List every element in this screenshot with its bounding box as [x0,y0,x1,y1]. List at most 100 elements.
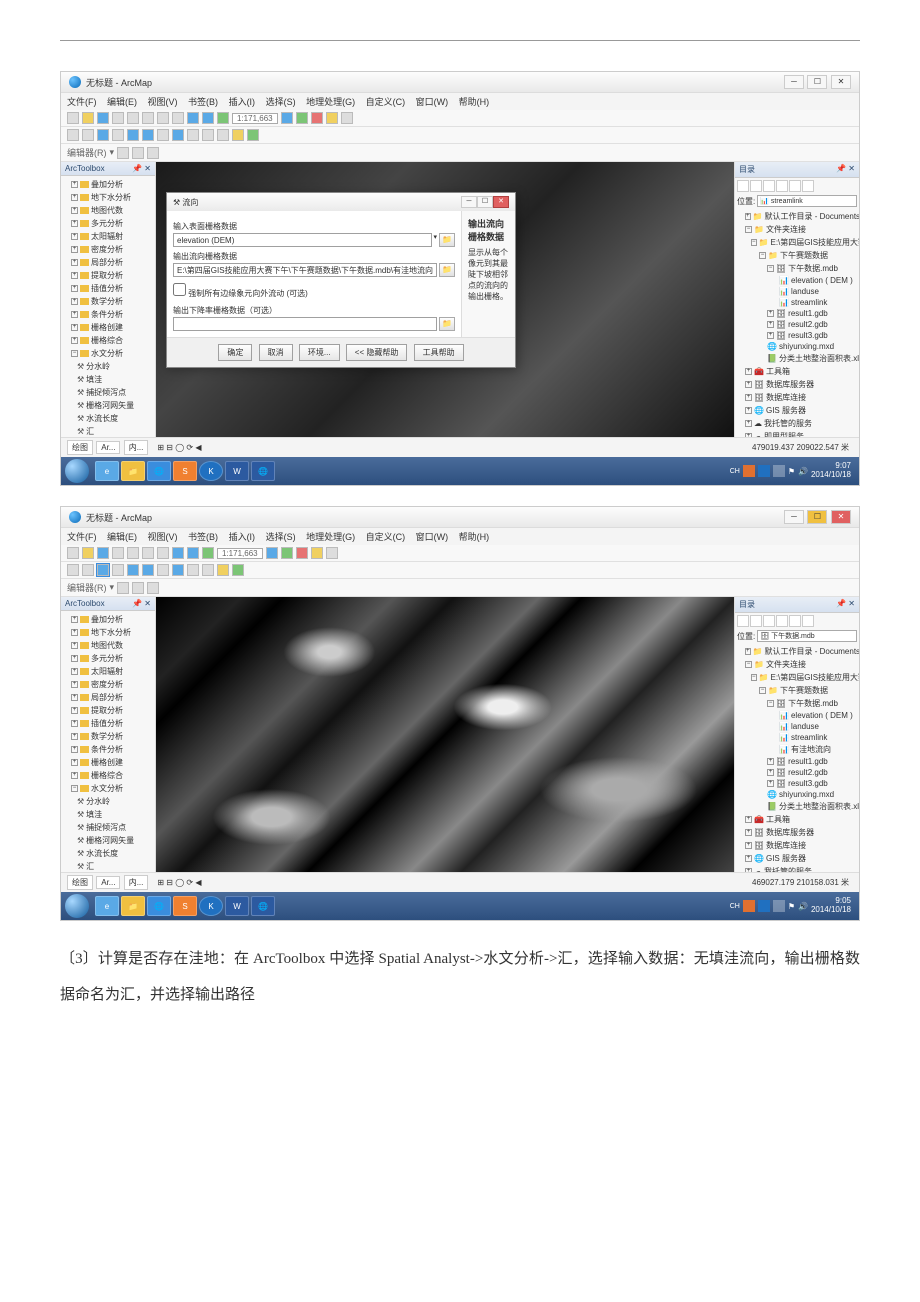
start-button[interactable] [65,894,89,918]
task-arcmap-icon[interactable]: 🌐 [251,461,275,481]
tool-item[interactable]: ⚒分水岭 [63,795,153,808]
toolbox-item[interactable]: +栅格创建 [63,321,153,334]
toolbar-editor[interactable]: 编辑器(R) ▾ [61,144,859,162]
toolbox-item[interactable]: +多元分析 [63,217,153,230]
tool-item[interactable]: ⚒汇 [63,860,153,872]
catalog-tree-item[interactable]: +🗄 数据库连接 [737,391,857,404]
toolbox-hydrology[interactable]: −水文分析 [63,782,153,795]
toolbox-item[interactable]: +提取分析 [63,269,153,282]
task-k-icon[interactable]: K [199,896,223,916]
browse-button[interactable]: 📁 [439,317,455,331]
pin-icon[interactable]: 📌 ✕ [132,164,151,173]
catalog-tree-item[interactable]: +🗄 数据库服务器 [737,826,857,839]
catalog-tree-item[interactable]: +🗄 result3.gdb [737,330,857,341]
input-surface[interactable]: elevation (DEM) [173,233,432,247]
catalog-tree-item[interactable]: 📊 landuse [737,286,857,297]
location-input[interactable]: 🗄 下午数据.mdb [757,630,857,642]
menu-file[interactable]: 文件(F) [67,97,97,107]
map-view[interactable]: ⚒ 流向 ─☐✕ 输入表面栅格数据 elevation (DEM) ▾ 📁 [156,162,734,437]
catalog-tree-item[interactable]: −📁 下午赛题数据 [737,249,857,262]
env-button[interactable]: 环境... [299,344,340,361]
task-arc-icon[interactable]: 🌐 [147,461,171,481]
clock[interactable]: 9:07 2014/10/18 [811,462,855,480]
toolbox-item[interactable]: +局部分析 [63,691,153,704]
browse-button[interactable]: 📁 [439,233,455,247]
toolbox-hydrology[interactable]: −水文分析 [63,347,153,360]
catalog-tree-item[interactable]: 📊 有洼地流向 [737,743,857,756]
force-edge-checkbox[interactable]: 强制所有边缘象元向外流动 (可选) [173,283,455,299]
toolbox-item[interactable]: +提取分析 [63,704,153,717]
menu-insert[interactable]: 插入(I) [229,97,256,107]
catalog-toolbar[interactable] [735,178,859,194]
catalog-tree-item[interactable]: +☁ 即用型服务 [737,430,857,437]
task-word-icon[interactable]: W [225,461,249,481]
task-explorer-icon[interactable]: 📁 [121,896,145,916]
catalog-tree-item[interactable]: +🌐 GIS 服务器 [737,404,857,417]
catalog-tree-item[interactable]: 📊 elevation ( DEM ) [737,275,857,286]
clock[interactable]: 9:05 2014/10/18 [811,897,855,915]
catalog-tree-item[interactable]: +📁 默认工作目录 - Documents\Arc [737,210,857,223]
start-button[interactable] [65,459,89,483]
task-k-icon[interactable]: K [199,461,223,481]
pin-icon[interactable]: 📌 ✕ [836,599,855,610]
map-view[interactable] [156,597,734,872]
menu-help[interactable]: 帮助(H) [459,97,490,107]
toolbox-item[interactable]: +数学分析 [63,730,153,743]
bottom-tabs[interactable]: 绘图 Ar... 内... [67,440,149,455]
menu-bar[interactable]: 文件(F) 编辑(E) 视图(V) 书签(B) 插入(I) 选择(S) 地理处理… [61,528,859,545]
editor-dropdown[interactable]: 编辑器(R) [67,146,107,159]
browse-button[interactable]: 📁 [439,263,455,277]
catalog-tree-item[interactable]: +🗄 result3.gdb [737,778,857,789]
toolbox-item[interactable]: +地下水分析 [63,626,153,639]
tool-item[interactable]: ⚒栅格河网矢量 [63,399,153,412]
catalog-tree-item[interactable]: 📊 streamlink [737,297,857,308]
toolbox-item[interactable]: +栅格综合 [63,334,153,347]
task-explorer-icon[interactable]: 📁 [121,461,145,481]
toolbox-item[interactable]: +太阳辐射 [63,230,153,243]
catalog-tree-item[interactable]: +☁ 我托管的服务 [737,417,857,430]
catalog-tree-item[interactable]: −📁 文件夹连接 [737,658,857,671]
tool-item[interactable]: ⚒捕捉倾泻点 [63,821,153,834]
toolbox-item[interactable]: +插值分析 [63,717,153,730]
toolbox-item[interactable]: +栅格综合 [63,769,153,782]
bottom-tabs[interactable]: 绘图 Ar... 内... [67,875,149,890]
toolbar-standard[interactable]: 1:171,663 [61,110,859,127]
ok-button[interactable]: 确定 [218,344,252,361]
menu-bookmark[interactable]: 书签(B) [188,97,218,107]
task-word-icon[interactable]: W [225,896,249,916]
tool-item[interactable]: ⚒栅格河网矢量 [63,834,153,847]
task-app-icon[interactable]: S [173,461,197,481]
output-raster[interactable]: E:\第四届GIS技能应用大赛下午\下午赛题数据\下午数据.mdb\有洼地流向 [173,263,437,277]
toolbox-item[interactable]: +密度分析 [63,678,153,691]
tool-item[interactable]: ⚒捕捉倾泻点 [63,386,153,399]
catalog-tree-item[interactable]: −📁 文件夹连接 [737,223,857,236]
catalog-tree-item[interactable]: +🌐 GIS 服务器 [737,852,857,865]
tool-item[interactable]: ⚒填洼 [63,808,153,821]
toolbox-item[interactable]: +地图代数 [63,639,153,652]
pin-icon[interactable]: 📌 ✕ [132,599,151,608]
toolbox-item[interactable]: +数学分析 [63,295,153,308]
menu-edit[interactable]: 编辑(E) [107,97,137,107]
menu-bar[interactable]: 文件(F) 编辑(E) 视图(V) 书签(B) 插入(I) 选择(S) 地理处理… [61,93,859,110]
toolbox-item[interactable]: +多元分析 [63,652,153,665]
toolbox-item[interactable]: +地图代数 [63,204,153,217]
catalog-tree-item[interactable]: +🧰 工具箱 [737,813,857,826]
window-controls[interactable]: ─ ☐ ✕ [783,510,851,524]
catalog-tree-item[interactable]: −📁 下午赛题数据 [737,684,857,697]
cancel-button[interactable]: 取消 [259,344,293,361]
window-controls[interactable]: ─ ☐ ✕ [783,75,851,89]
dialog-win-controls[interactable]: ─☐✕ [461,196,509,208]
toolbar-standard[interactable]: 1:171,663 [61,545,859,562]
catalog-tree-item[interactable]: 🌐 shiyunxing.mxd [737,341,857,352]
tool-item[interactable]: ⚒填洼 [63,373,153,386]
catalog-tree-item[interactable]: 📗 分类土地整治面积表.xls [737,800,857,813]
scale-input[interactable]: 1:171,663 [232,113,278,124]
catalog-tree-item[interactable]: 📊 streamlink [737,732,857,743]
task-app-icon[interactable]: S [173,896,197,916]
toolbox-item[interactable]: +条件分析 [63,743,153,756]
menu-select[interactable]: 选择(S) [266,97,296,107]
catalog-toolbar[interactable] [735,613,859,629]
menu-geoprocess[interactable]: 地理处理(G) [306,97,355,107]
catalog-tree-item[interactable]: 🌐 shiyunxing.mxd [737,789,857,800]
task-arc-icon[interactable]: 🌐 [147,896,171,916]
